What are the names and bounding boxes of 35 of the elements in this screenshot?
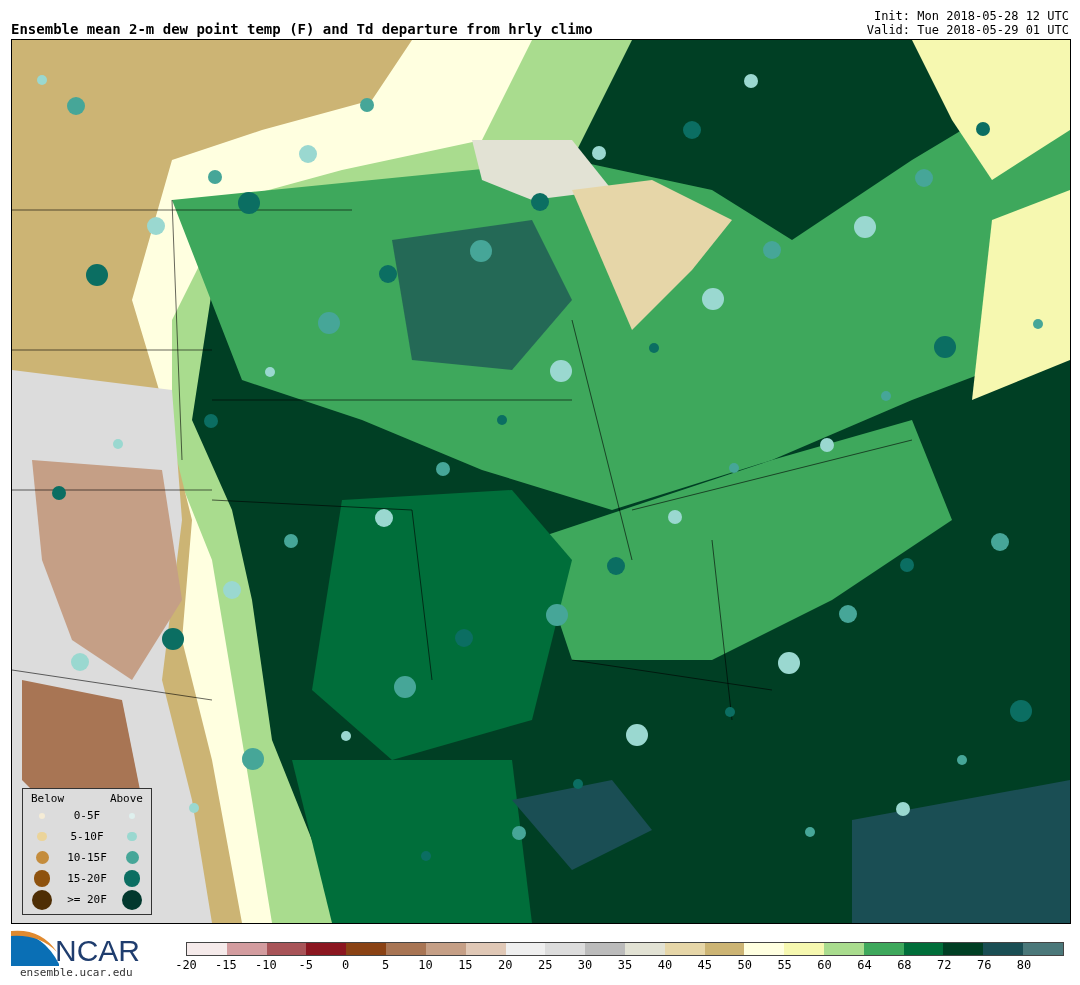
legend-heading: Below <box>31 791 65 805</box>
valid-time: Valid: Tue 2018-05-29 01 UTC <box>866 23 1069 37</box>
colorbar-tick-label: -20 <box>175 958 197 972</box>
map-title: Ensemble mean 2-m dew point temp (F) and Td departure from hrly climo <box>11 21 593 37</box>
colorbar-tick-label: 60 <box>817 958 832 972</box>
colorbar-tick-label: 20 <box>498 958 513 972</box>
website-url: ensemble.ucar.edu <box>20 966 134 979</box>
ncar-logo-text: NCAR <box>55 936 140 966</box>
legend-heading: Above <box>109 791 143 805</box>
colorbar-tick-label: 50 <box>737 958 752 972</box>
colorbar-tick-label: 80 <box>1016 958 1032 972</box>
colorbar-tick-label: 55 <box>777 958 792 972</box>
legend-label: 10-15F <box>66 851 108 864</box>
colorbar-tick-label: -15 <box>215 958 237 972</box>
colorbar-tick-label: 76 <box>976 958 992 972</box>
legend-label: 0-5F <box>72 809 102 822</box>
colorbar-tick-label: 72 <box>937 958 952 972</box>
colorbar-tick-label: 5 <box>381 958 390 972</box>
swoosh-logo-icon <box>11 928 59 966</box>
colorbar-tick-label: 35 <box>617 958 633 972</box>
colorbar-tick-label: 10 <box>418 958 433 972</box>
colorbar-tick-label: -5 <box>298 958 313 972</box>
legend-label: 15-20F <box>66 872 108 885</box>
colorbar-tick-label: 45 <box>697 958 713 972</box>
init-time: Init: Mon 2018-05-28 12 UTC <box>872 9 1069 23</box>
colorbar-tick-label: 40 <box>657 958 673 972</box>
colorbar-tick-label: 15 <box>458 958 473 972</box>
colorbar-tick-label: 0 <box>342 958 350 972</box>
colorbar-tick-label: 64 <box>857 958 872 972</box>
colorbar-tick-label: -10 <box>254 958 277 972</box>
colorbar-tick-label: 30 <box>577 958 593 972</box>
colorbar-tick-label: 25 <box>537 958 553 972</box>
legend-label: >= 20F <box>66 893 108 906</box>
colorbar-tick-label: 68 <box>897 958 912 972</box>
legend-label: 5-10F <box>69 830 105 843</box>
